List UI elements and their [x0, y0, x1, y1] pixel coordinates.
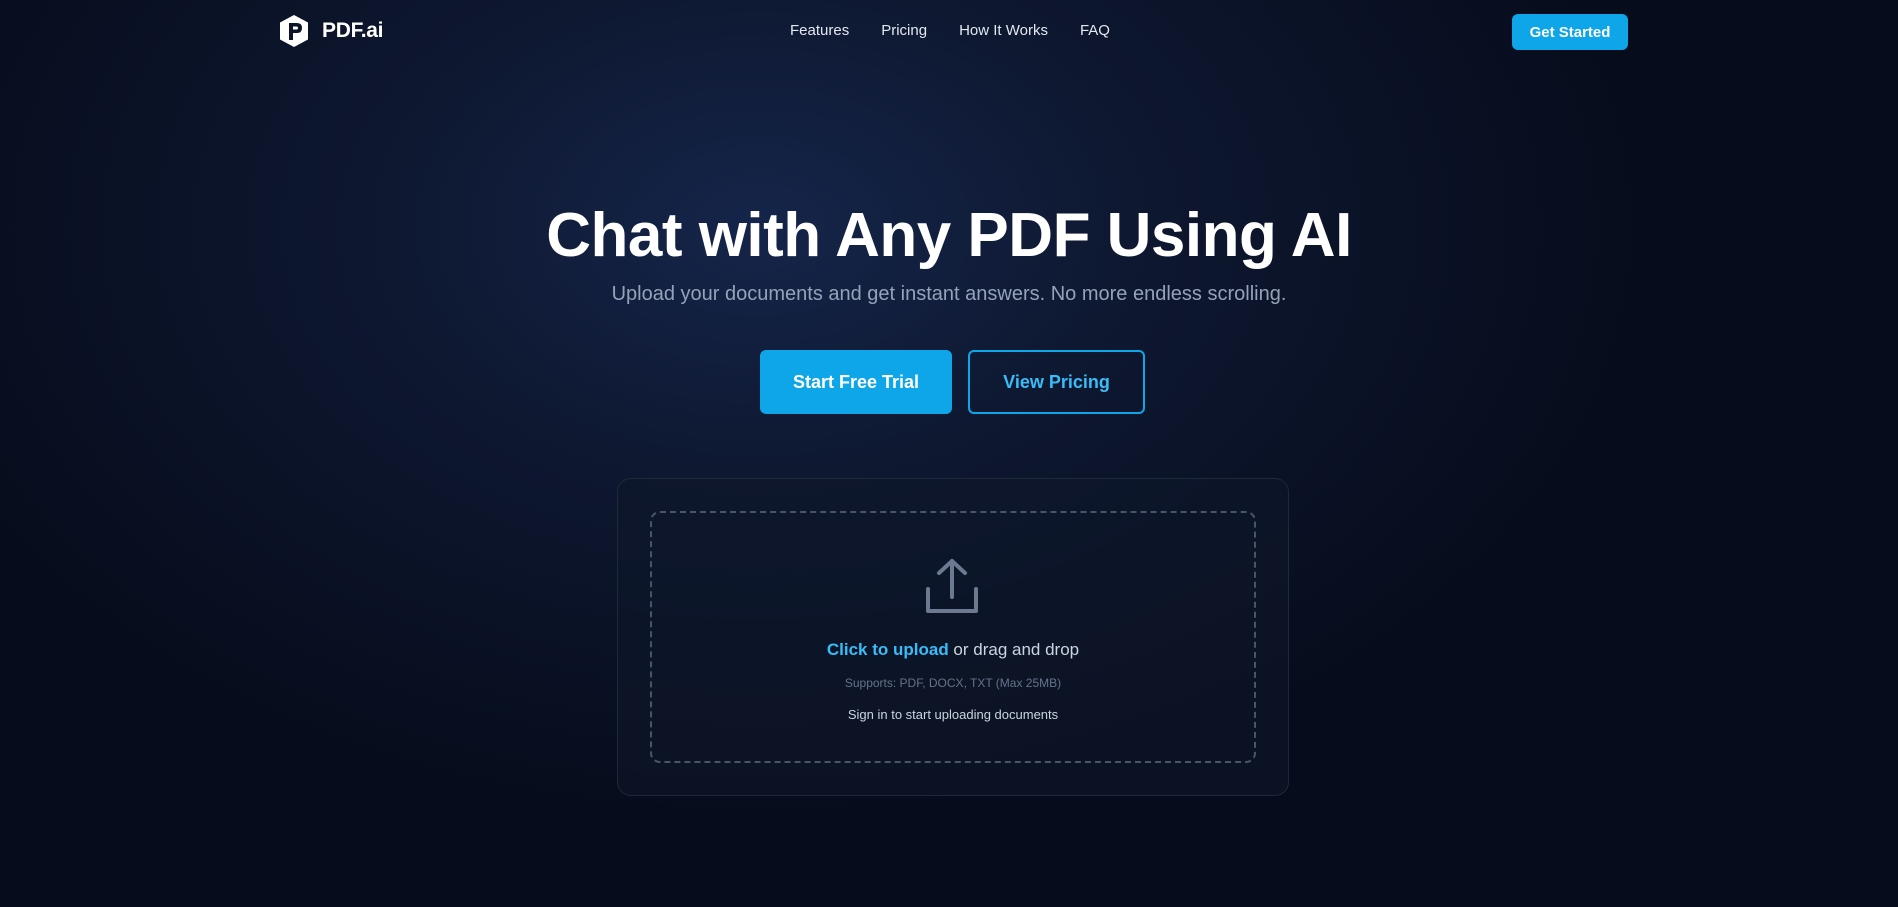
nav-links: Features Pricing How It Works FAQ: [790, 22, 1110, 39]
get-started-button[interactable]: Get Started: [1512, 14, 1628, 50]
drag-and-drop-text: or drag and drop: [948, 640, 1080, 659]
upload-instruction: Click to upload or drag and drop: [652, 640, 1254, 660]
nav-link-faq[interactable]: FAQ: [1080, 22, 1110, 39]
view-pricing-button[interactable]: View Pricing: [968, 350, 1145, 414]
brand-name: PDF.ai: [322, 19, 384, 42]
nav-link-pricing[interactable]: Pricing: [881, 22, 927, 39]
start-free-trial-button[interactable]: Start Free Trial: [760, 350, 952, 414]
upload-card: Click to upload or drag and drop Support…: [617, 478, 1289, 796]
sign-in-note: Sign in to start uploading documents: [847, 707, 1059, 722]
hero-subtitle: Upload your documents and get instant an…: [611, 283, 1287, 305]
hero-title: Chat with Any PDF Using AI: [546, 201, 1352, 270]
brand-logo[interactable]: PDF.ai: [278, 14, 384, 48]
top-navigation: PDF.ai Features Pricing How It Works FAQ…: [0, 0, 1898, 64]
nav-link-how-it-works[interactable]: How It Works: [959, 22, 1048, 39]
upload-icon: [926, 559, 978, 613]
supported-formats-text: Supports: PDF, DOCX, TXT (Max 25MB): [844, 676, 1062, 690]
upload-dropzone[interactable]: Click to upload or drag and drop Support…: [650, 511, 1256, 763]
click-to-upload-link[interactable]: Click to upload: [827, 640, 949, 659]
pdf-logo-icon: [280, 15, 308, 47]
nav-link-features[interactable]: Features: [790, 22, 849, 39]
